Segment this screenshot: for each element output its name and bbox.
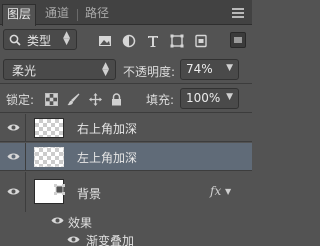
visibility-toggle[interactable] [0,172,26,212]
tab-layers[interactable]: 图层 [2,4,36,26]
layers-list: 右上角加深 左上角加深 背景 fx ▼ 效果 渐变叠加 [0,114,252,246]
fill-label: 填充: [146,93,175,107]
effect-item-label: 渐变叠加 [86,234,135,246]
image-filter-icon[interactable] [98,34,112,48]
type-filter-icon[interactable] [146,34,160,48]
eye-icon[interactable] [7,187,20,196]
blend-mode-select[interactable]: 柔光 ▲ ▼ [3,59,116,80]
eye-icon[interactable] [51,216,64,225]
chevron-updown-icon: ▲ ▼ [63,30,70,47]
visibility-toggle[interactable] [0,143,26,170]
adjustment-filter-icon[interactable] [122,34,136,48]
panel-tab-bar: 图层 通道 路径 [0,0,252,26]
panel-menu-icon[interactable] [232,8,244,18]
effects-label: 效果 [68,216,93,230]
chevron-updown-icon: ▲ ▼ [102,61,109,78]
tab-channels[interactable]: 通道 [40,4,74,25]
blend-mode-value: 柔光 [12,64,37,78]
chevron-down-icon[interactable]: ▼ [226,63,233,73]
opacity-label: 不透明度: [123,65,176,79]
fill-value: 100% [186,91,221,105]
effect-item-gradient-overlay[interactable]: 渐变叠加 [0,231,252,246]
lock-label: 锁定: [6,93,35,107]
blend-row: 柔光 ▲ ▼ 不透明度: 74% ▼ [0,56,252,84]
layer-name[interactable]: 背景 [77,185,101,202]
eye-icon[interactable] [7,123,20,132]
layer-row-background[interactable]: 背景 fx ▼ [0,172,252,212]
filter-kind-label: 类型 [27,34,52,48]
shape-filter-icon[interactable] [170,34,184,48]
eye-icon[interactable] [7,152,20,161]
eye-icon[interactable] [67,235,80,244]
layer-row-top-left-burn[interactable]: 左上角加深 [0,143,252,171]
fill-field[interactable]: 100% ▼ [180,88,239,109]
frame-icon [54,184,65,195]
search-icon [9,34,21,46]
chevron-down-icon[interactable]: ▼ [225,187,231,196]
lock-position-icon[interactable] [89,93,102,106]
filter-kind-select[interactable]: 类型 ▲ ▼ [3,29,77,50]
effects-row[interactable]: 效果 [0,212,252,232]
fx-icon[interactable]: fx [210,184,221,198]
layer-name[interactable]: 左上角加深 [77,149,137,166]
lock-all-icon[interactable] [110,93,123,106]
visibility-toggle[interactable] [0,114,26,141]
layer-thumbnail [34,118,64,138]
filter-toggle-switch[interactable] [230,32,246,48]
layer-filter-row: 类型 ▲ ▼ [0,26,252,54]
chevron-down-icon[interactable]: ▼ [226,92,233,102]
opacity-field[interactable]: 74% ▼ [180,59,239,80]
opacity-value: 74% [186,62,213,76]
tab-paths[interactable]: 路径 [80,4,114,25]
lock-paint-icon[interactable] [67,93,80,106]
lock-row: 锁定: 填充: 100% ▼ [0,85,252,113]
smart-object-filter-icon[interactable] [194,34,208,48]
layer-name[interactable]: 右上角加深 [77,120,137,137]
tab-separator [77,9,78,21]
layer-thumbnail [34,147,64,167]
lock-transparent-icon[interactable] [45,93,58,106]
layer-row-top-right-burn[interactable]: 右上角加深 [0,114,252,142]
